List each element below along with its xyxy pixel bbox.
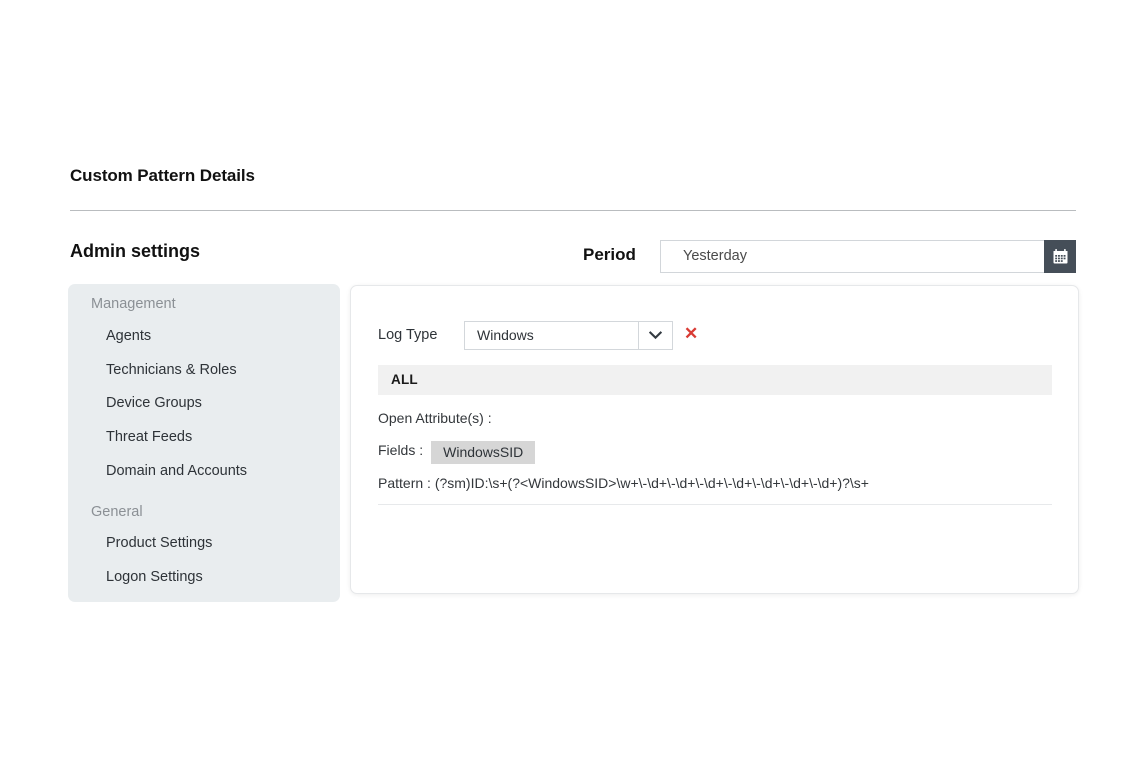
- admin-settings-sidebar: Management Agents Technicians & Roles De…: [68, 284, 340, 602]
- pattern-label: Pattern :: [378, 475, 431, 491]
- sidebar-item-agents[interactable]: Agents: [68, 325, 378, 347]
- title-divider: [70, 210, 1076, 211]
- log-type-label: Log Type: [378, 327, 437, 343]
- sidebar-item-logon-settings[interactable]: Logon Settings: [68, 566, 378, 588]
- sidebar-group-general: General: [68, 501, 363, 523]
- fields-row: Fields : WindowsSID: [378, 441, 535, 464]
- field-chip-windowssid: WindowsSID: [431, 441, 535, 464]
- log-type-value: Windows: [477, 327, 534, 343]
- sidebar-item-domain-and-accounts[interactable]: Domain and Accounts: [68, 460, 378, 482]
- group-header-label: ALL: [391, 372, 418, 387]
- group-header-bar: ALL: [378, 365, 1052, 395]
- page-title: Custom Pattern Details: [70, 166, 255, 186]
- log-type-select[interactable]: Windows: [464, 321, 673, 350]
- pattern-row: Pattern : (?sm)ID:\s+(?<WindowsSID>\w+\-…: [378, 475, 869, 491]
- open-attributes-label: Open Attribute(s) :: [378, 410, 492, 426]
- chevron-down-icon[interactable]: [638, 322, 672, 349]
- pattern-value: (?sm)ID:\s+(?<WindowsSID>\w+\-\d+\-\d+\-…: [435, 475, 869, 491]
- sidebar-item-technicians-roles[interactable]: Technicians & Roles: [68, 359, 378, 381]
- period-input[interactable]: Yesterday: [660, 240, 1045, 273]
- custom-pattern-card: Log Type Windows ✕ ALL Open Attribute(s)…: [350, 285, 1079, 594]
- card-divider: [378, 504, 1052, 505]
- page-surface: Custom Pattern Details Admin settings Pe…: [0, 0, 1146, 783]
- sidebar-group-management: Management: [68, 293, 363, 315]
- sidebar-item-product-settings[interactable]: Product Settings: [68, 532, 378, 554]
- section-title: Admin settings: [70, 241, 200, 262]
- fields-label: Fields :: [378, 442, 423, 458]
- period-value: Yesterday: [683, 248, 747, 264]
- period-label: Period: [583, 245, 636, 265]
- close-icon[interactable]: ✕: [684, 325, 698, 342]
- calendar-icon[interactable]: [1044, 240, 1076, 273]
- sidebar-item-device-groups[interactable]: Device Groups: [68, 392, 378, 414]
- sidebar-item-threat-feeds[interactable]: Threat Feeds: [68, 426, 378, 448]
